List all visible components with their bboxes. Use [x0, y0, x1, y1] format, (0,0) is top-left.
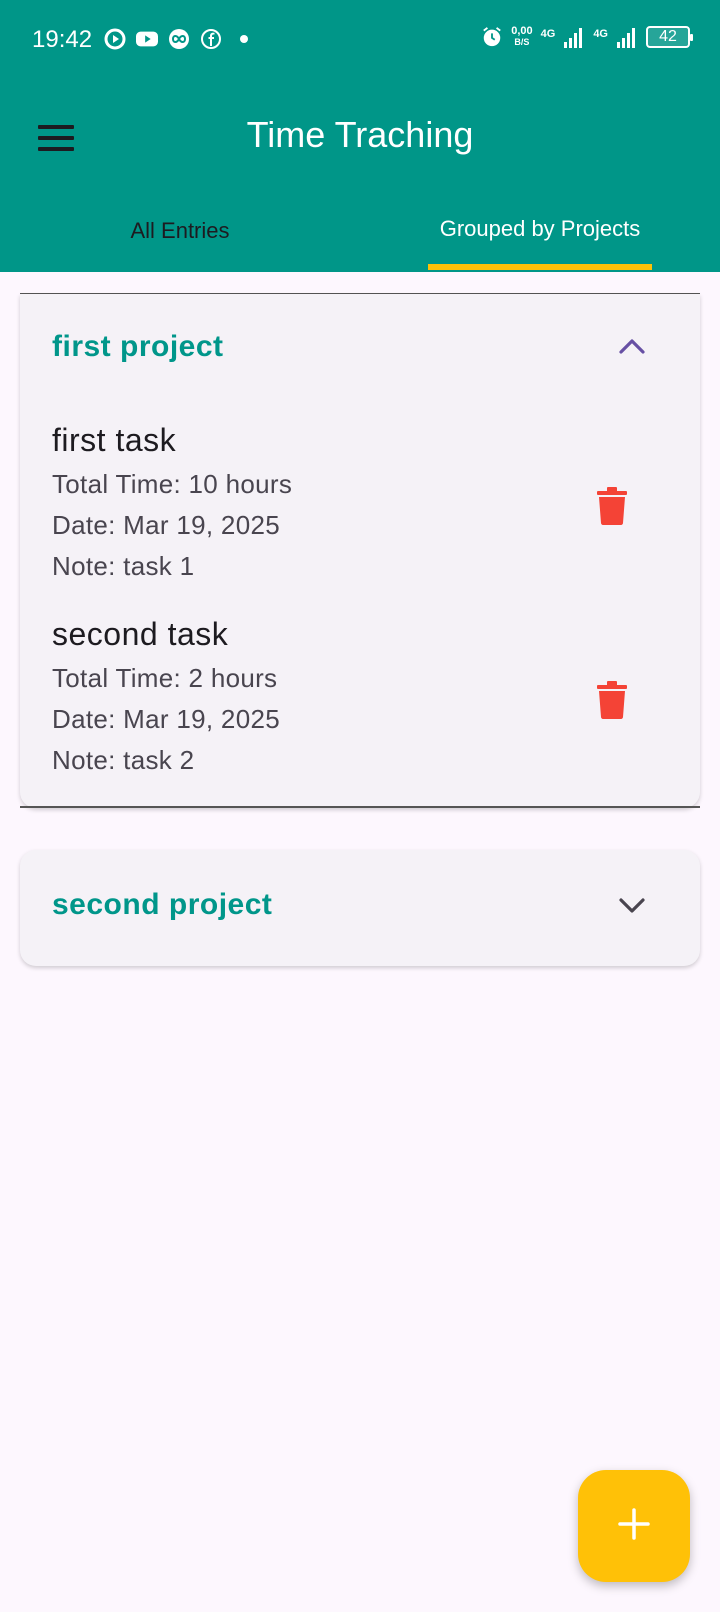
task-total-time: Total Time: 2 hours	[52, 663, 278, 693]
project-title[interactable]: second project	[52, 888, 272, 922]
divider	[20, 806, 700, 808]
tab-label: Grouped by Projects	[439, 216, 641, 241]
infinity-app-icon	[168, 28, 190, 50]
app-bar: 19:42 0,00 B/S 4G 4G 42 Time Traching Al…	[0, 0, 720, 272]
status-time: 19:42	[32, 26, 93, 53]
project-card-first-project: first project first task Total Time: 10 …	[20, 294, 700, 808]
chevron-up-icon[interactable]	[612, 326, 652, 366]
task-date: Date: Mar 19, 2025	[52, 704, 280, 734]
delete-icon[interactable]	[588, 482, 636, 530]
app-title: Time Traching	[246, 114, 474, 155]
add-entry-button[interactable]	[578, 1470, 690, 1582]
net-speed-unit: B/S	[514, 37, 530, 47]
plus-icon	[618, 1507, 650, 1545]
battery-level: 42	[659, 28, 677, 45]
task-note: Note: task 1	[52, 551, 195, 581]
status-system-icons: 0,00 B/S 4G 4G 42	[481, 26, 693, 48]
task-date: Date: Mar 19, 2025	[52, 510, 280, 540]
status-bar: 19:42 0,00 B/S 4G 4G 42	[0, 0, 720, 82]
tab-indicator	[428, 264, 652, 270]
battery-icon: 42	[646, 26, 693, 48]
tab-label: All Entries	[130, 218, 230, 243]
signal-icon	[563, 26, 585, 48]
facebook-icon	[200, 28, 222, 50]
project-card-second-project[interactable]: second project	[20, 850, 700, 966]
net-speed: 0,00 B/S	[511, 26, 532, 48]
delete-icon[interactable]	[588, 676, 636, 724]
task-item: first task Total Time: 10 hours Date: Ma…	[52, 422, 652, 582]
youtube-icon	[136, 28, 158, 50]
project-title[interactable]: first project	[52, 330, 224, 364]
status-notification-icons	[104, 28, 248, 50]
task-total-time: Total Time: 10 hours	[52, 469, 293, 499]
task-item: second task Total Time: 2 hours Date: Ma…	[52, 616, 652, 776]
more-notifications-dot-icon	[240, 35, 248, 43]
task-name: second task	[52, 616, 229, 652]
sim1-network-label: 4G	[540, 28, 556, 40]
task-note: Note: task 2	[52, 745, 195, 775]
tab-grouped-by-projects[interactable]: Grouped by Projects	[360, 200, 720, 272]
alarm-icon	[481, 26, 503, 48]
net-speed-value: 0,00	[511, 25, 533, 37]
task-name: first task	[52, 422, 177, 458]
sim2-network-label: 4G	[593, 28, 608, 40]
signal-icon	[616, 26, 638, 48]
tab-all-entries[interactable]: All Entries	[0, 200, 360, 272]
chevron-down-icon[interactable]	[612, 886, 652, 926]
screen-record-icon	[104, 28, 126, 50]
